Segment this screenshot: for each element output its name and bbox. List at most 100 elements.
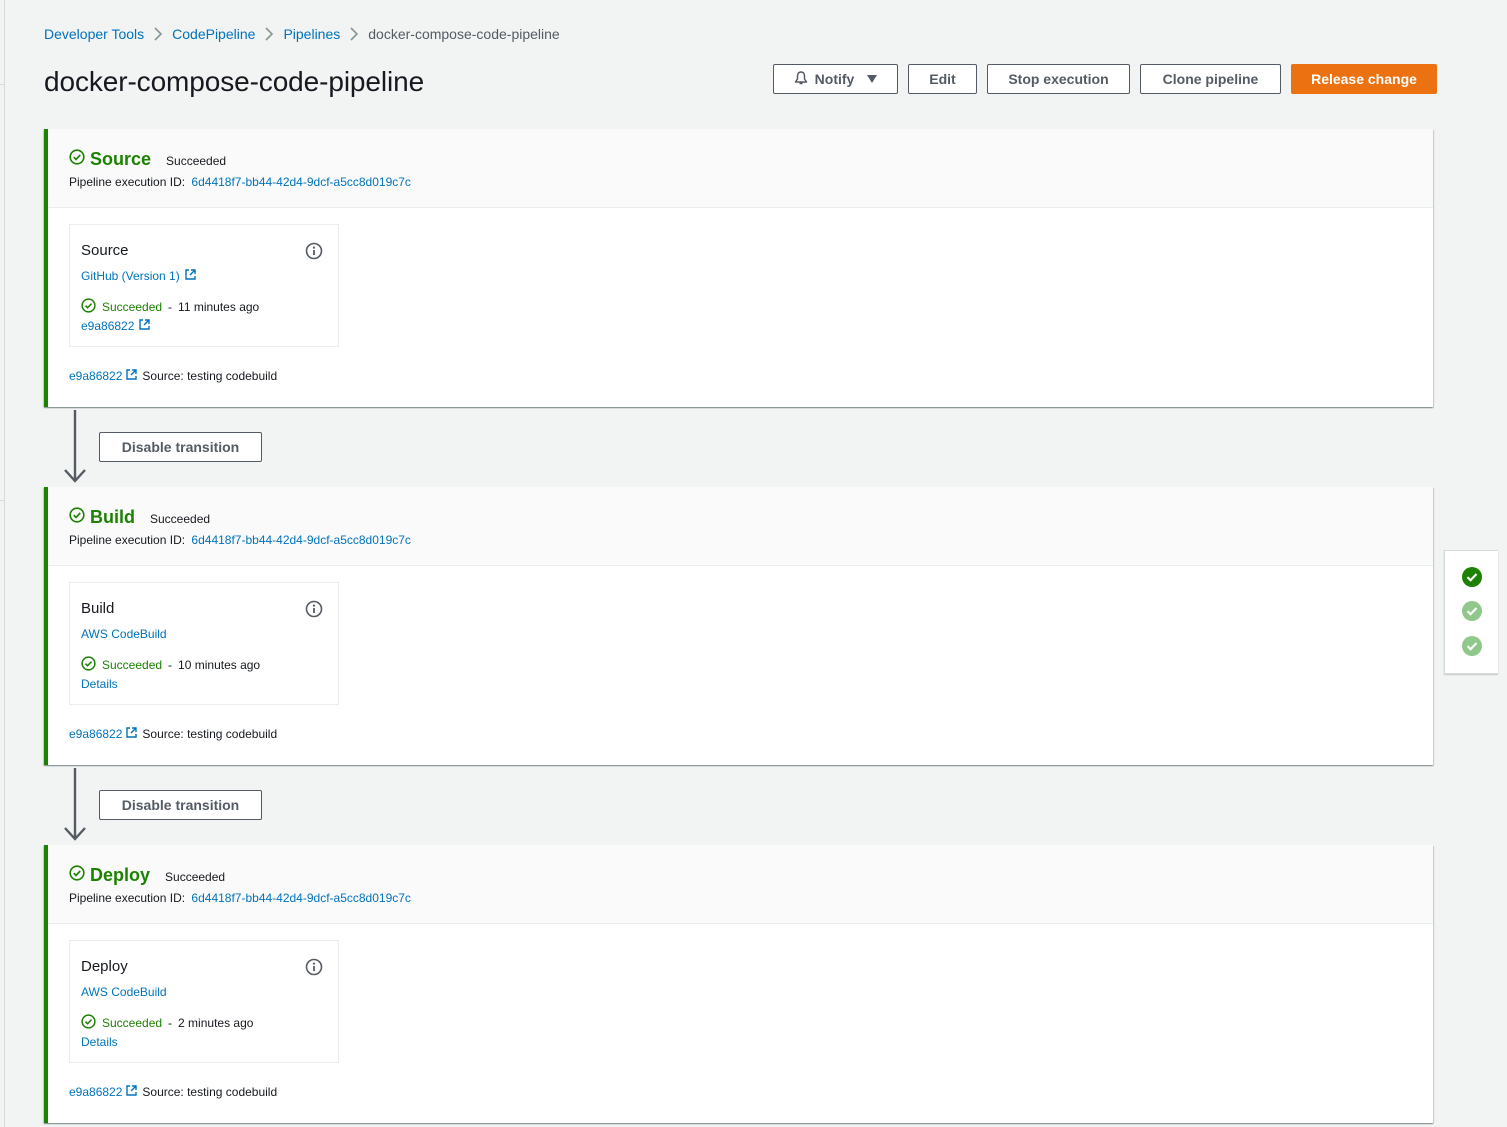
stage-execution-id: Pipeline execution ID: 6d4418f7-bb44-42d… [69, 891, 411, 905]
info-icon[interactable] [305, 958, 323, 981]
status-separator: - [168, 1016, 173, 1030]
action-provider: AWS CodeBuild [81, 985, 167, 999]
disable-transition-button[interactable]: Disable transition [99, 790, 262, 820]
page-left-border [4, 0, 5, 1127]
stage-status: Succeeded [166, 154, 227, 168]
check-circle-filled-icon[interactable] [1461, 566, 1483, 588]
stage-name: Source [90, 149, 152, 169]
transition-arrow [62, 410, 88, 489]
details-link[interactable]: Details [81, 1035, 118, 1049]
revision-message: Source: testing codebuild [142, 727, 278, 741]
action-status: Succeeded - 10 minutes ago [81, 656, 260, 674]
details-link[interactable]: Details [81, 677, 118, 691]
action-card: Deploy AWS CodeBuild Succeeded - 2 minut… [69, 940, 339, 1063]
action-details: Details [81, 1035, 118, 1049]
execution-id-link[interactable]: 6d4418f7-bb44-42d4-9dcf-a5cc8d019c7c [191, 891, 411, 905]
status-separator: - [168, 300, 173, 314]
action-time: 11 minutes ago [178, 300, 260, 314]
chevron-right-icon [144, 27, 172, 41]
action-status-text: Succeeded [102, 658, 163, 672]
action-status: Succeeded - 11 minutes ago [81, 298, 259, 316]
revision-message: Source: testing codebuild [142, 369, 278, 383]
nav-divider [0, 500, 4, 501]
check-circle-icon [69, 507, 85, 528]
stage-title-row: Build Succeeded [69, 507, 210, 528]
disable-transition-button[interactable]: Disable transition [99, 432, 262, 462]
action-card: Build AWS CodeBuild Succeeded - 10 minut… [69, 582, 339, 705]
check-circle-icon [81, 656, 96, 674]
arrow-down-icon [64, 768, 86, 841]
breadcrumb: Developer Tools CodePipeline Pipelines d… [44, 25, 560, 43]
nav-divider [0, 84, 4, 85]
check-circle-icon [69, 149, 85, 170]
transition-arrow [62, 768, 88, 847]
edit-button[interactable]: Edit [908, 64, 977, 94]
action-provider: GitHub (Version 1) [81, 269, 196, 283]
clone-pipeline-button[interactable]: Clone pipeline [1140, 64, 1281, 94]
stage-header: Source Succeeded Pipeline execution ID: … [48, 129, 1433, 208]
revision-link[interactable]: e9a86822 [69, 369, 122, 383]
execution-id-label: Pipeline execution ID: [69, 175, 186, 189]
external-link-icon[interactable] [126, 1085, 138, 1099]
stage-title-row: Source Succeeded [69, 149, 226, 170]
breadcrumb-pipelines[interactable]: Pipelines [283, 26, 340, 42]
stage-name: Deploy [90, 865, 151, 885]
chevron-right-icon [340, 27, 368, 41]
release-change-button[interactable]: Release change [1291, 64, 1437, 94]
chevron-right-icon [255, 27, 283, 41]
stage-name: Build [90, 507, 135, 527]
notify-button[interactable]: Notify [773, 64, 898, 94]
revision-message: Source: testing codebuild [142, 1085, 278, 1099]
external-link-icon[interactable] [139, 319, 151, 333]
stage-status: Succeeded [150, 512, 211, 526]
external-link-icon[interactable] [126, 727, 138, 741]
execution-id-label: Pipeline execution ID: [69, 891, 186, 905]
execution-id-link[interactable]: 6d4418f7-bb44-42d4-9dcf-a5cc8d019c7c [191, 533, 411, 547]
action-status: Succeeded - 2 minutes ago [81, 1014, 253, 1032]
stage-header: Deploy Succeeded Pipeline execution ID: … [48, 845, 1433, 924]
revision-link[interactable]: e9a86822 [69, 1085, 122, 1099]
stage-build: Build Succeeded Pipeline execution ID: 6… [44, 487, 1433, 765]
stop-execution-button[interactable]: Stop execution [987, 64, 1130, 94]
breadcrumb-developer-tools[interactable]: Developer Tools [44, 26, 144, 42]
caret-down-icon [866, 71, 878, 87]
action-commit: e9a86822 [81, 319, 151, 333]
commit-link[interactable]: e9a86822 [81, 319, 134, 333]
action-provider-link[interactable]: AWS CodeBuild [81, 627, 167, 641]
stage-header: Build Succeeded Pipeline execution ID: 6… [48, 487, 1433, 566]
breadcrumb-current: docker-compose-code-pipeline [368, 26, 560, 42]
breadcrumb-codepipeline[interactable]: CodePipeline [172, 26, 255, 42]
info-icon[interactable] [305, 242, 323, 265]
info-icon[interactable] [305, 600, 323, 623]
check-circle-light-icon[interactable] [1461, 635, 1483, 657]
check-circle-icon [69, 865, 85, 886]
action-status-text: Succeeded [102, 300, 163, 314]
check-circle-light-icon[interactable] [1461, 600, 1483, 622]
stage-deploy: Deploy Succeeded Pipeline execution ID: … [44, 845, 1433, 1123]
stage-navigator [1444, 550, 1498, 674]
stage-execution-id: Pipeline execution ID: 6d4418f7-bb44-42d… [69, 175, 411, 189]
stage-status: Succeeded [165, 870, 226, 884]
action-status-text: Succeeded [102, 1016, 163, 1030]
arrow-down-icon [64, 410, 86, 483]
page-title: docker-compose-code-pipeline [44, 66, 425, 97]
action-time: 10 minutes ago [178, 658, 261, 672]
stage-revision: e9a86822 Source: testing codebuild [69, 727, 277, 741]
action-details: Details [81, 677, 118, 691]
external-link-icon[interactable] [185, 269, 196, 283]
action-provider: AWS CodeBuild [81, 627, 167, 641]
check-circle-icon [81, 1014, 96, 1032]
external-link-icon[interactable] [126, 369, 138, 383]
execution-id-link[interactable]: 6d4418f7-bb44-42d4-9dcf-a5cc8d019c7c [191, 175, 411, 189]
bell-icon [793, 70, 809, 89]
stage-source: Source Succeeded Pipeline execution ID: … [44, 129, 1433, 407]
action-provider-link[interactable]: AWS CodeBuild [81, 985, 167, 999]
action-name: Build [81, 600, 115, 617]
stage-revision: e9a86822 Source: testing codebuild [69, 1085, 277, 1099]
action-card: Source GitHub (Version 1) Succeeded - 11… [69, 224, 339, 347]
stage-title-row: Deploy Succeeded [69, 865, 225, 886]
stage-execution-id: Pipeline execution ID: 6d4418f7-bb44-42d… [69, 533, 411, 547]
status-separator: - [168, 658, 173, 672]
action-provider-link[interactable]: GitHub (Version 1) [81, 269, 180, 283]
revision-link[interactable]: e9a86822 [69, 727, 122, 741]
